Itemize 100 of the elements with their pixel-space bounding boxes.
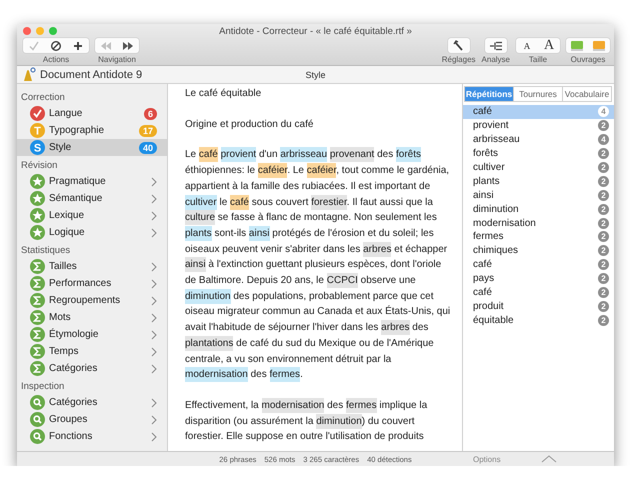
- sidebar-item-label: Sémantique: [49, 193, 104, 204]
- list-item-label: plants: [473, 176, 500, 187]
- list-item[interactable]: équitable 2: [463, 313, 614, 328]
- list-item[interactable]: chimiques 2: [463, 244, 614, 258]
- list-item[interactable]: pays 2: [463, 272, 614, 286]
- list-item-label: ainsi: [473, 190, 494, 201]
- list-item[interactable]: arbrisseau 4: [463, 132, 614, 147]
- list-item[interactable]: provient 2: [463, 118, 614, 133]
- list-item[interactable]: fermes 2: [463, 230, 614, 244]
- list-item[interactable]: café 2: [463, 258, 614, 272]
- sidebar-item[interactable]: Temps: [17, 343, 167, 360]
- list-item-label: arbrisseau: [473, 134, 520, 146]
- count-badge: 40: [138, 142, 157, 154]
- sidebar-item[interactable]: Groupes: [17, 411, 167, 428]
- list-item-label: provient: [473, 120, 509, 132]
- tab[interactable]: Tournures: [513, 87, 562, 101]
- count-badge: 2: [598, 204, 609, 215]
- paragraph: Le café provient d'un arbrisseau provenant des forêts éthiopiennes: le caféier. Le caféier, tout comme le gardénia, appartient à la famille des rubiacées. Il est important de cultiver le café sous couvert forestier. Il faut aussi que la culture se fasse à flanc de montagne. Non seulement les plants sont-ils ainsi protégés de l'érosion et du soleil; les oiseaux peuvent venir s'abriter dans les arbres et échapper ainsi à l'extinction guettant plusieurs espèces, dont l'oriole de Baltimore. Depuis 20 ans, le CCPCI observe une diminution des populations, probablement parce que cet oiseau migrateur commun au Canada et aux États-Unis, qui avait l'habitude de séjourner l'hiver dans les arbres des plantations de café du sud du Mexique ou de l'Amérique centrale, a vu son environnement détruit par la modernisation des fermes.: [185, 147, 452, 383]
- sidebar-item-label: Étymologie: [49, 329, 100, 340]
- list-item[interactable]: cultiver 2: [463, 160, 614, 174]
- list-item-label: fermes: [473, 231, 504, 242]
- count-badge: 6: [144, 108, 157, 120]
- sidebar-item[interactable]: Pragmatique: [17, 173, 167, 190]
- sidebar-item[interactable]: Mots: [17, 309, 167, 326]
- paragraph: Le café équitable: [185, 87, 262, 101]
- count-badge: 2: [598, 300, 609, 312]
- sidebar-item[interactable]: Lexique: [17, 207, 167, 224]
- count-badge: 17: [138, 124, 157, 136]
- plus-icon: [72, 40, 84, 52]
- sidebar-item[interactable]: Tailles: [17, 258, 167, 275]
- section-heading: Inspection: [20, 380, 66, 394]
- count-badge: 2: [598, 273, 609, 284]
- count-badge: 2: [598, 245, 609, 256]
- paragraph: Origine et production du café: [185, 118, 314, 132]
- sidebar-item[interactable]: S Style 40: [17, 139, 167, 156]
- list-item-label: équitable: [473, 314, 514, 326]
- sidebar-item-label: Catégories: [49, 363, 98, 374]
- paragraph: Effectivement, la modernisation des fermes implique la disparition (ou assurément la diminution) du couvert forestier. Elle suppose en outre l'utilisation de produits: [185, 398, 428, 444]
- prohibited-icon: [50, 40, 62, 52]
- toolbar-label: Actions: [42, 55, 70, 65]
- list-item[interactable]: plants 2: [463, 174, 614, 188]
- sidebar-item-label: Langue: [49, 108, 84, 119]
- section-heading: Statistiques: [20, 244, 72, 258]
- sidebar-item[interactable]: Regroupements: [17, 292, 167, 309]
- list-item-label: modernisation: [473, 218, 536, 229]
- list-item-label: café: [473, 106, 492, 118]
- toolbar-button[interactable]: A: [516, 38, 538, 53]
- double-right-arrow-icon: [122, 40, 134, 50]
- document-title: Document Antidote 9: [40, 68, 142, 80]
- count-badge: 2: [598, 120, 609, 132]
- list-item[interactable]: diminution 2: [463, 202, 614, 216]
- list-item-label: produit: [473, 300, 504, 312]
- minimize-button[interactable]: [36, 27, 44, 35]
- count-badge: 2: [598, 314, 609, 326]
- sidebar-item-label: Fonctions: [49, 431, 94, 442]
- list-item-label: chimiques: [473, 245, 518, 256]
- tab[interactable]: Vocabulaire: [562, 87, 611, 101]
- list-item[interactable]: forêts 2: [463, 146, 614, 161]
- sidebar-item-label: Logique: [49, 227, 86, 238]
- count-badge: 2: [598, 162, 609, 173]
- list-item[interactable]: café 2: [463, 286, 614, 300]
- sidebar-item[interactable]: Fonctions: [17, 428, 167, 445]
- count-badge: 2: [598, 287, 609, 298]
- sidebar-item[interactable]: Logique: [17, 224, 167, 241]
- tree-icon: [488, 40, 503, 50]
- count-badge: 2: [598, 231, 609, 242]
- list-item[interactable]: produit 2: [463, 299, 614, 314]
- sidebar-item[interactable]: Catégories: [17, 394, 167, 411]
- section-heading: Révision: [20, 159, 58, 173]
- list-item-label: pays: [473, 273, 494, 284]
- sidebar-item[interactable]: Étymologie: [17, 326, 167, 343]
- count-badge: 2: [598, 259, 609, 270]
- close-button[interactable]: [23, 27, 31, 35]
- sidebar-item[interactable]: Performances: [17, 275, 167, 292]
- sidebar-item-label: Pragmatique: [49, 176, 107, 187]
- list-item-label: café: [473, 259, 492, 270]
- sidebar-item[interactable]: Sémantique: [17, 190, 167, 207]
- sidebar-item-label: Catégories: [49, 397, 98, 408]
- sidebar-item[interactable]: Langue 6: [17, 105, 167, 122]
- toolbar-label: Taille: [528, 55, 548, 65]
- list-item-label: forêts: [473, 148, 498, 160]
- sidebar-item-label: Temps: [49, 346, 80, 357]
- toolbar-button[interactable]: A: [538, 38, 560, 53]
- toolbar-label: Ouvrages: [570, 55, 606, 65]
- count-badge: 2: [598, 148, 609, 160]
- list-item[interactable]: modernisation 2: [463, 216, 614, 230]
- sidebar-item-label: Style: [49, 142, 72, 153]
- toolbar-label: Analyse: [482, 55, 510, 65]
- zoom-button[interactable]: [49, 27, 57, 35]
- count-badge: 2: [598, 218, 609, 229]
- sidebar-item-label: Regroupements: [49, 295, 122, 306]
- sidebar-item-label: Groupes: [49, 414, 88, 425]
- bell-icon: [21, 66, 37, 82]
- chevron-up-icon[interactable]: [540, 455, 557, 463]
- count-badge: 2: [598, 176, 609, 187]
- sidebar-item[interactable]: T Typographie 17: [17, 122, 167, 139]
- list-item[interactable]: café 4: [463, 105, 614, 119]
- list-item[interactable]: ainsi 2: [463, 188, 614, 202]
- list-item-label: café: [473, 287, 492, 298]
- sidebar-item[interactable]: Catégories: [17, 360, 167, 377]
